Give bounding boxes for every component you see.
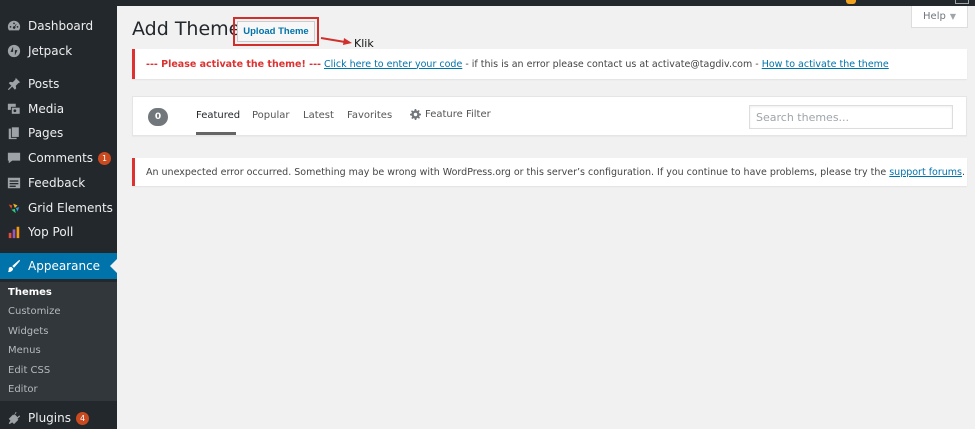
activation-notice: --- Please activate the theme! --- Click… (132, 49, 967, 79)
admin-bar (0, 0, 975, 6)
admin-sidebar: Dashboard Jetpack Posts Media Pages Comm… (0, 0, 117, 429)
sidebar-item-label: Jetpack (28, 44, 73, 58)
sidebar-item-posts[interactable]: Posts (0, 72, 117, 96)
tab-popular[interactable]: Popular (252, 110, 290, 121)
dashboard-icon (6, 18, 22, 34)
plugin-icon (6, 410, 22, 426)
help-label: Help (923, 11, 946, 22)
help-tab-button[interactable]: Help ▼ (911, 6, 968, 28)
error-message-text: An unexpected error occurred. Something … (146, 166, 890, 178)
submenu-item-widgets[interactable]: Widgets (8, 326, 48, 337)
tab-latest[interactable]: Latest (303, 110, 334, 121)
submenu-item-edit-css[interactable]: Edit CSS (8, 365, 50, 376)
sidebar-item-media[interactable]: Media (0, 97, 117, 121)
sidebar-item-label: Appearance (28, 259, 101, 273)
support-forums-link[interactable]: support forums (889, 167, 962, 178)
submenu-item-customize[interactable]: Customize (8, 306, 61, 317)
error-notice: An unexpected error occurred. Something … (132, 158, 967, 186)
sidebar-item-pages[interactable]: Pages (0, 121, 117, 145)
feature-filter-button[interactable]: Feature Filter (410, 109, 491, 120)
theme-count-badge: 0 (148, 108, 168, 126)
pin-icon (6, 76, 22, 92)
annotation-arrow-icon (320, 37, 352, 45)
tab-favorites[interactable]: Favorites (347, 110, 392, 121)
feedback-icon (6, 175, 22, 191)
sidebar-item-label: Comments (28, 151, 94, 165)
poll-icon (6, 224, 22, 240)
media-icon (6, 101, 22, 117)
sidebar-item-yop-poll[interactable]: Yop Poll (0, 220, 117, 244)
comment-icon (6, 150, 22, 166)
sidebar-item-label: Plugins (28, 411, 71, 425)
gear-icon (410, 109, 421, 120)
sidebar-item-appearance[interactable]: Appearance (0, 253, 117, 279)
error-message-end: . (962, 166, 966, 178)
updates-icon[interactable] (846, 0, 856, 4)
plugins-count-badge: 4 (75, 411, 89, 425)
active-tab-indicator (196, 132, 236, 135)
enter-code-link[interactable]: Click here to enter your code (324, 59, 462, 70)
sidebar-item-grid-elements[interactable]: Grid Elements (0, 196, 117, 220)
brush-icon (6, 258, 22, 274)
pages-icon (6, 125, 22, 141)
jetpack-icon (6, 43, 22, 59)
submenu-item-editor[interactable]: Editor (8, 384, 38, 395)
sidebar-item-jetpack[interactable]: Jetpack (0, 39, 117, 63)
submenu-item-menus[interactable]: Menus (8, 345, 41, 356)
activation-warning-text: --- Please activate the theme! --- (146, 58, 321, 70)
chevron-down-icon: ▼ (949, 12, 956, 21)
how-to-activate-link[interactable]: How to activate the theme (762, 59, 889, 70)
sidebar-item-label: Grid Elements (28, 201, 113, 215)
grid-elements-icon (6, 200, 22, 216)
submenu-item-themes[interactable]: Themes (8, 287, 52, 298)
tab-featured[interactable]: Featured (196, 110, 240, 121)
upload-theme-button[interactable]: Upload Theme (237, 21, 315, 42)
sidebar-item-label: Feedback (28, 176, 86, 190)
appearance-submenu: Themes Customize Widgets Menus Edit CSS … (0, 282, 117, 401)
notice-middle-text: - if this is an error please contact us … (462, 58, 762, 70)
sidebar-item-feedback[interactable]: Feedback (0, 171, 117, 195)
comments-count-badge: 1 (98, 151, 112, 165)
sidebar-item-label: Media (28, 102, 65, 116)
sidebar-item-dashboard[interactable]: Dashboard (0, 14, 117, 38)
theme-filter-bar: 0 Featured Popular Latest Favorites Feat… (132, 96, 967, 136)
screen-options-icon[interactable] (955, 0, 969, 4)
sidebar-item-comments[interactable]: Comments 1 (0, 146, 117, 170)
feature-filter-label: Feature Filter (425, 109, 491, 120)
search-themes-input[interactable] (749, 105, 953, 129)
sidebar-item-label: Dashboard (28, 19, 94, 33)
sidebar-item-label: Pages (28, 126, 64, 140)
sidebar-item-label: Yop Poll (28, 225, 74, 239)
sidebar-item-plugins[interactable]: Plugins 4 (0, 406, 117, 429)
sidebar-item-label: Posts (28, 77, 60, 91)
